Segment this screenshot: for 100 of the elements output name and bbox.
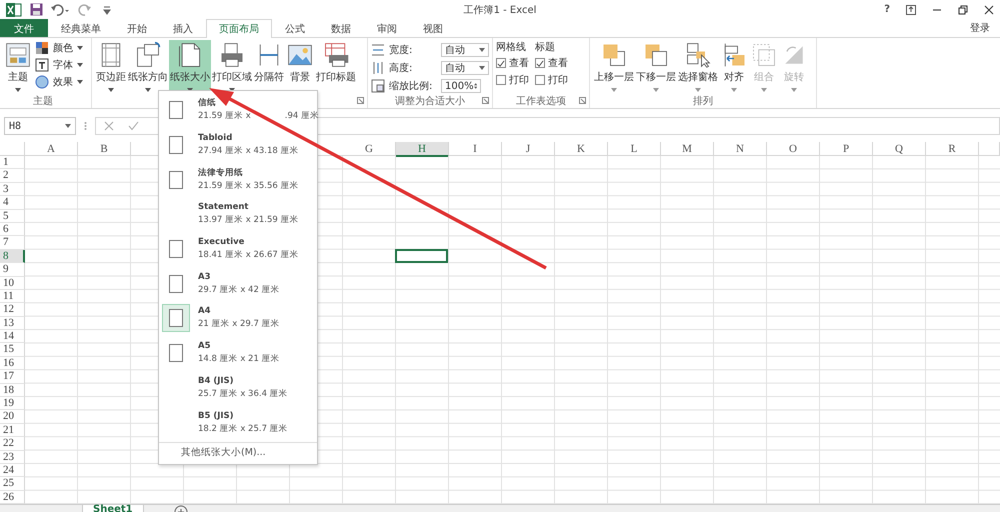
- ribbon-tab[interactable]: 页面布局: [206, 19, 272, 38]
- active-cell[interactable]: [395, 248, 448, 264]
- more-paper-sizes-item[interactable]: 其他纸张大小(M)...: [159, 442, 317, 462]
- column-header[interactable]: O: [767, 142, 820, 156]
- row-header[interactable]: 11: [0, 290, 25, 304]
- checkbox[interactable]: [535, 58, 545, 68]
- row-header[interactable]: 1: [0, 156, 25, 170]
- ribbon-tab[interactable]: 经典菜单: [48, 19, 114, 37]
- caret-icon: [479, 48, 485, 52]
- dialog-launcher-icon[interactable]: [357, 97, 364, 104]
- ribbon-tab[interactable]: 公式: [272, 19, 318, 37]
- row-header[interactable]: 16: [0, 356, 25, 370]
- ribbon-button[interactable]: 上移一层: [593, 40, 635, 94]
- undo-icon[interactable]: [51, 4, 69, 16]
- row-header[interactable]: 17: [0, 370, 25, 384]
- ribbon-button[interactable]: 对齐: [719, 40, 749, 94]
- column-header[interactable]: M: [661, 142, 714, 156]
- sheet-tab[interactable]: Sheet1: [82, 505, 144, 512]
- theme-option-button[interactable]: 字体: [35, 57, 83, 72]
- caret-icon: [65, 124, 71, 128]
- ribbon-button[interactable]: 纸张方向: [127, 40, 169, 94]
- paper-size-item[interactable]: Tabloid 27.94 厘米 x 43.18 厘米: [161, 128, 315, 162]
- paper-size-item[interactable]: A3 29.7 厘米 x 42 厘米: [161, 266, 315, 302]
- row-header[interactable]: 8: [0, 250, 25, 264]
- ribbon-tab[interactable]: 审阅: [364, 19, 410, 37]
- group-label: 工作表选项: [516, 94, 566, 108]
- row-header[interactable]: 18: [0, 384, 25, 398]
- row-header[interactable]: 25: [0, 477, 25, 491]
- paper-size-item[interactable]: A5 14.8 厘米 x 21 厘米: [161, 336, 315, 370]
- paper-size-item[interactable]: Statement 13.97 厘米 x 21.59 厘米: [161, 197, 315, 232]
- row-header[interactable]: 20: [0, 410, 25, 424]
- cancel-icon[interactable]: [104, 121, 114, 131]
- page-icon: [169, 101, 183, 120]
- column-header[interactable]: B: [78, 142, 131, 156]
- row-header[interactable]: 14: [0, 330, 25, 344]
- help-button[interactable]: ?: [884, 4, 890, 15]
- ribbon-button[interactable]: 下移一层: [635, 40, 677, 94]
- paper-size-item[interactable]: Executive 18.41 厘米 x 26.67 厘米: [161, 232, 315, 266]
- column-header[interactable]: P: [820, 142, 873, 156]
- paper-size-item[interactable]: B5 (JIS) 18.2 厘米 x 25.7 厘米: [161, 405, 315, 440]
- ribbon-display-icon[interactable]: [906, 4, 916, 14]
- input-field[interactable]: 自动: [441, 43, 489, 57]
- paper-size-item[interactable]: 法律专用纸 21.59 厘米 x 35.56 厘米: [161, 162, 315, 198]
- ribbon-tab[interactable]: 插入: [160, 19, 206, 37]
- column-header[interactable]: N: [714, 142, 767, 156]
- check-icon[interactable]: [128, 121, 139, 131]
- row-header[interactable]: 4: [0, 196, 25, 210]
- customize-icon[interactable]: [103, 4, 111, 14]
- row-header[interactable]: 19: [0, 397, 25, 410]
- column-header[interactable]: A: [25, 142, 78, 156]
- row-header[interactable]: 9: [0, 263, 25, 277]
- checkbox[interactable]: [496, 58, 506, 68]
- column-header[interactable]: R: [926, 142, 979, 156]
- theme-option-button[interactable]: 效果: [35, 74, 83, 89]
- row-header[interactable]: 24: [0, 464, 25, 478]
- input-field[interactable]: 100%: [441, 79, 481, 93]
- circle-icon: [35, 74, 49, 88]
- ribbon-button[interactable]: 页边距: [95, 40, 127, 94]
- input-field[interactable]: 自动: [441, 61, 489, 75]
- theme-option-button[interactable]: 颜色: [35, 40, 83, 55]
- ribbon-button[interactable]: 分隔符: [253, 40, 285, 94]
- page-icon: [169, 274, 183, 293]
- name-box[interactable]: H8: [4, 117, 76, 135]
- ribbon-tab[interactable]: 数据: [318, 19, 364, 37]
- ribbon-button[interactable]: 背景: [285, 40, 315, 94]
- paper-size-item[interactable]: A4 21 厘米 x 29.7 厘米: [161, 301, 315, 336]
- row-header[interactable]: 6: [0, 222, 25, 236]
- ribbon-tab[interactable]: 开始: [114, 19, 160, 37]
- column-header[interactable]: J: [502, 142, 555, 156]
- row-header[interactable]: 10: [0, 276, 25, 290]
- column-header[interactable]: Q: [873, 142, 926, 156]
- column-header[interactable]: I: [449, 142, 502, 156]
- row-header[interactable]: 12: [0, 303, 25, 317]
- row-header[interactable]: 13: [0, 316, 25, 330]
- row-header[interactable]: 21: [0, 424, 25, 438]
- dialog-launcher-icon[interactable]: [482, 97, 489, 104]
- column-header[interactable]: K: [555, 142, 608, 156]
- column-header[interactable]: L: [608, 142, 661, 156]
- sign-in-link[interactable]: 登录: [960, 19, 1000, 37]
- row-header[interactable]: 3: [0, 182, 25, 196]
- save-icon[interactable]: [30, 3, 43, 16]
- restore-icon[interactable]: [958, 4, 968, 14]
- checkbox[interactable]: [535, 75, 545, 85]
- ribbon-tab[interactable]: 文件: [0, 19, 48, 37]
- row-header[interactable]: 5: [0, 210, 25, 223]
- checkbox[interactable]: [496, 75, 506, 85]
- ribbon-button[interactable]: 选择窗格: [677, 40, 719, 94]
- row-header[interactable]: 15: [0, 343, 25, 357]
- column-header[interactable]: H: [396, 142, 449, 157]
- row-header[interactable]: 22: [0, 437, 25, 451]
- row-header[interactable]: 23: [0, 450, 25, 464]
- row-header[interactable]: 2: [0, 169, 25, 183]
- zoom-icon: [371, 79, 385, 93]
- theme-button[interactable]: 主题: [3, 40, 33, 94]
- ribbon-button[interactable]: 打印区域: [211, 40, 253, 94]
- ribbon-tab[interactable]: 视图: [410, 19, 456, 37]
- close-icon[interactable]: [984, 4, 994, 14]
- dialog-launcher-icon[interactable]: [579, 97, 586, 104]
- ribbon-button[interactable]: 打印标题: [315, 40, 357, 94]
- paper-size-item[interactable]: B4 (JIS) 25.7 厘米 x 36.4 厘米: [161, 370, 315, 406]
